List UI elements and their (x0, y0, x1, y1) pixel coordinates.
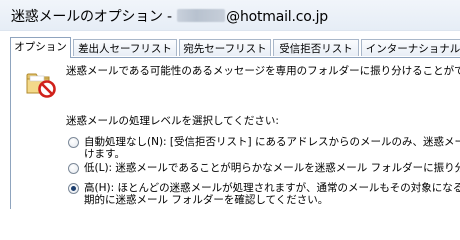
radio-label-continued: 期的に迷惑メール フォルダーを確認してください。 (84, 194, 329, 206)
radio-label: 低(L): 迷惑メールであることが明らかなメールを迷惑メール フォルダーに振り分… (84, 162, 460, 174)
junk-folder-icon (26, 73, 56, 98)
title-email-domain: @hotmail.co.jp (226, 9, 328, 25)
level-section-label: 迷惑メールの処理レベルを選択してください: (66, 115, 279, 127)
redacted-account-name (177, 9, 226, 22)
radio-label-continued: けます。 (84, 148, 125, 160)
tab-international[interactable]: インターナショナル (361, 39, 460, 56)
radio-button-selected[interactable] (68, 183, 79, 194)
radio-button[interactable] (68, 137, 79, 148)
window-title: 迷惑メールのオプション - @hotmail.co.jp (11, 6, 328, 26)
tab-safe-senders[interactable]: 差出人セーフリスト (73, 39, 177, 56)
tab-options[interactable]: オプション (10, 37, 71, 58)
junk-mail-options-dialog: 迷惑メールのオプション - @hotmail.co.jp オプション 差出人セー… (0, 0, 460, 209)
tab-safe-recipients[interactable]: 宛先セーフリスト (179, 39, 271, 56)
radio-label: 自動処理なし(N): [受信拒否リスト] にあるアドレスからのメールのみ、迷惑メ… (84, 136, 460, 148)
title-prefix: 迷惑メールのオプション - (11, 9, 177, 25)
radio-button[interactable] (68, 163, 79, 174)
title-bar[interactable]: 迷惑メールのオプション - @hotmail.co.jp (0, 0, 460, 31)
tab-blocked-senders[interactable]: 受信拒否リスト (273, 39, 359, 56)
description-text: 迷惑メールである可能性のあるメッセージを専用のフォルダーに振り分けることができま… (66, 65, 460, 77)
